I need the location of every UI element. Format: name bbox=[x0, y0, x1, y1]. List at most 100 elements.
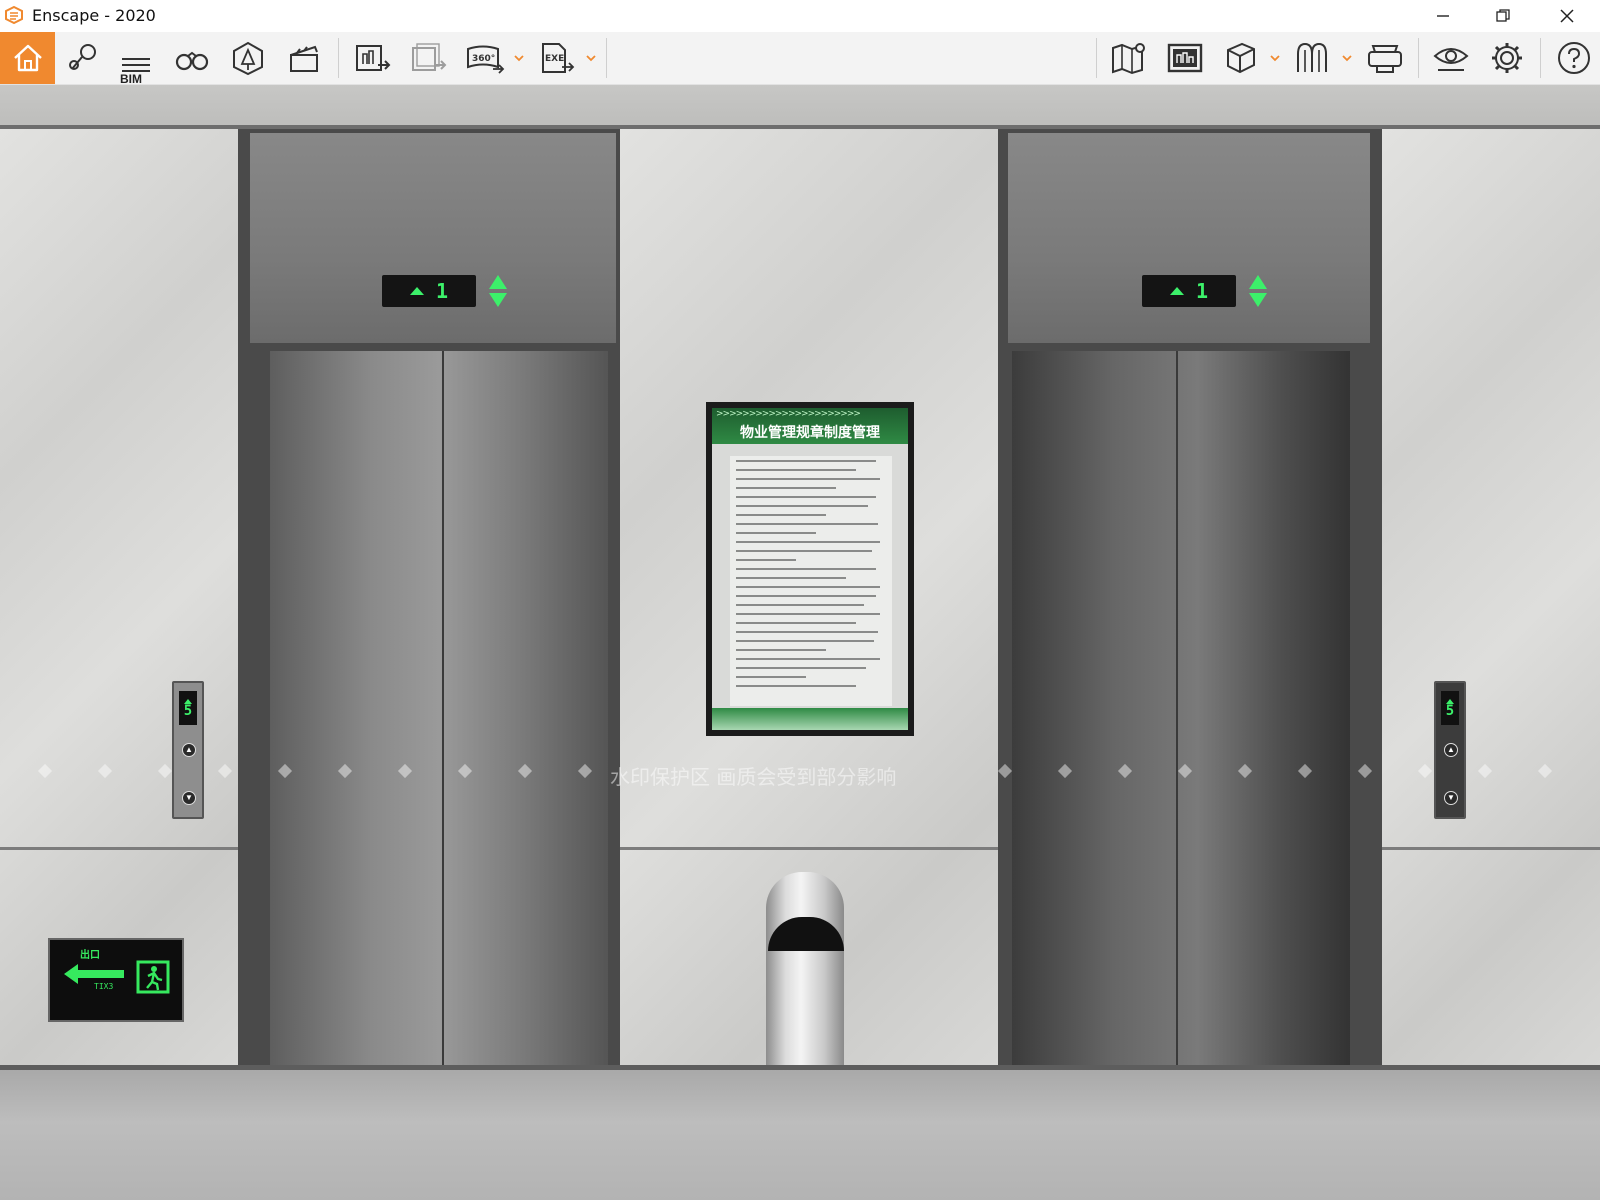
left-call-panel: 5 ▲ ▼ bbox=[172, 681, 204, 819]
right-floor-display: 1 bbox=[1142, 275, 1236, 307]
binoculars-icon bbox=[175, 51, 209, 71]
map-button[interactable] bbox=[1106, 32, 1152, 84]
exe-export-button[interactable]: EXE bbox=[534, 32, 580, 84]
video-editor-button[interactable] bbox=[282, 32, 326, 84]
svg-text:360°: 360° bbox=[472, 54, 495, 64]
close-button[interactable] bbox=[1538, 0, 1596, 32]
call-panel-floor: 5 bbox=[1445, 702, 1455, 719]
bim-list-icon bbox=[122, 58, 150, 72]
toolbar-separator bbox=[1540, 38, 1541, 78]
direction-arrows-icon bbox=[1249, 275, 1267, 307]
left-floor-display: 1 bbox=[382, 275, 476, 307]
visual-settings-button[interactable] bbox=[1428, 32, 1474, 84]
minimize-button[interactable] bbox=[1414, 0, 1472, 32]
chevron-down-icon bbox=[1342, 55, 1352, 62]
home-button[interactable] bbox=[0, 32, 55, 84]
exe-dropdown[interactable] bbox=[584, 32, 598, 84]
render-window-button[interactable] bbox=[1162, 32, 1208, 84]
close-icon bbox=[1560, 9, 1574, 23]
title-bar: Enscape - 2020 bbox=[0, 0, 1600, 32]
wall-panel-left bbox=[0, 129, 238, 1069]
clapperboard-icon bbox=[290, 45, 318, 72]
cube-dropdown[interactable] bbox=[1268, 32, 1282, 84]
vegetation-dropdown[interactable] bbox=[1340, 32, 1354, 84]
notice-body bbox=[730, 456, 892, 706]
panorama-button[interactable]: 360° bbox=[462, 32, 508, 84]
toolbar-separator bbox=[1418, 38, 1419, 78]
call-panel-floor: 5 bbox=[183, 702, 193, 719]
help-icon bbox=[1558, 42, 1590, 74]
render-viewport[interactable]: 1 1 5 ▲ ▼ 5 ▲ ▼ >>>>>>>>>>>>>>>>>>>>>> 物… bbox=[0, 85, 1600, 1200]
right-floor-number: 1 bbox=[1195, 279, 1209, 303]
wall-joint bbox=[620, 847, 998, 850]
restore-icon bbox=[1496, 9, 1510, 22]
batch-export-icon bbox=[412, 43, 447, 71]
left-floor-number: 1 bbox=[435, 279, 449, 303]
chevron-down-icon bbox=[586, 55, 596, 62]
screenshot-button[interactable] bbox=[350, 32, 396, 84]
terrazzo-floor bbox=[0, 1070, 1600, 1200]
door-seam bbox=[442, 351, 444, 1065]
left-elevator-header bbox=[250, 133, 616, 343]
exe-export-icon: EXE bbox=[542, 43, 575, 73]
right-elevator-header bbox=[1008, 133, 1370, 343]
binoculars-button[interactable] bbox=[170, 32, 214, 84]
panorama-dropdown[interactable] bbox=[512, 32, 526, 84]
up-arrow-icon bbox=[1169, 287, 1184, 295]
exit-sign-code: TIX3 bbox=[94, 982, 114, 991]
enscape-logo-icon bbox=[5, 5, 23, 25]
call-panel-display: 5 bbox=[1441, 691, 1459, 725]
screenshot-export-icon bbox=[356, 45, 391, 71]
chevron-down-icon bbox=[1270, 55, 1280, 62]
eye-settings-icon bbox=[1433, 48, 1469, 71]
toolbar: BIM 360° EXE bbox=[0, 32, 1600, 109]
batch-render-button[interactable] bbox=[406, 32, 452, 84]
gear-icon bbox=[1492, 43, 1522, 73]
wall-joint bbox=[0, 847, 238, 850]
settings-button[interactable] bbox=[1484, 32, 1530, 84]
views-button[interactable] bbox=[62, 32, 106, 84]
assets-button[interactable] bbox=[226, 32, 270, 84]
map-pin-icon bbox=[69, 44, 96, 70]
wall-panel-right bbox=[1382, 129, 1600, 1069]
vr-headset-icon bbox=[1368, 45, 1402, 73]
call-down-button: ▼ bbox=[1444, 791, 1458, 805]
chevron-down-icon bbox=[514, 55, 524, 62]
cube-icon bbox=[1227, 42, 1255, 74]
notice-footer bbox=[712, 708, 908, 730]
notice-board-inner: >>>>>>>>>>>>>>>>>>>>>> 物业管理规章制度管理 bbox=[712, 408, 908, 730]
vegetation-button[interactable] bbox=[1290, 32, 1334, 84]
direction-arrows-icon bbox=[489, 275, 507, 307]
render-window-icon bbox=[1167, 43, 1203, 73]
toolbar-separator bbox=[1096, 38, 1097, 78]
home-icon bbox=[13, 44, 42, 72]
notice-text-lines bbox=[736, 460, 886, 694]
door-seam bbox=[1176, 351, 1178, 1065]
notice-title: 物业管理规章制度管理 bbox=[740, 425, 880, 441]
restore-button[interactable] bbox=[1474, 0, 1532, 32]
left-elevator-doors bbox=[270, 351, 608, 1065]
notice-board: >>>>>>>>>>>>>>>>>>>>>> 物业管理规章制度管理 bbox=[706, 402, 914, 736]
map-icon bbox=[1112, 43, 1145, 75]
svg-text:EXE: EXE bbox=[545, 54, 564, 64]
toolbar-separator bbox=[606, 38, 607, 78]
wall-joint bbox=[1382, 847, 1600, 850]
cube-button[interactable] bbox=[1218, 32, 1262, 84]
vr-button[interactable] bbox=[1362, 32, 1408, 84]
notice-header: >>>>>>>>>>>>>>>>>>>>>> 物业管理规章制度管理 bbox=[712, 408, 908, 444]
ceiling bbox=[0, 85, 1600, 127]
watermark-text: 水印保护区 画质会受到部分影响 bbox=[610, 765, 897, 789]
panorama-icon: 360° bbox=[467, 45, 505, 74]
toolbar-separator bbox=[338, 38, 339, 78]
help-button[interactable] bbox=[1552, 32, 1596, 84]
minimize-icon bbox=[1437, 15, 1449, 17]
up-arrow-icon bbox=[409, 287, 424, 295]
call-up-button: ▲ bbox=[1444, 743, 1458, 757]
call-panel-display: 5 bbox=[179, 691, 197, 725]
call-up-button: ▲ bbox=[182, 743, 196, 757]
bim-label: BIM bbox=[120, 72, 142, 86]
asset-library-icon bbox=[233, 41, 263, 76]
notice-chevrons: >>>>>>>>>>>>>>>>>>>>>> bbox=[716, 409, 861, 419]
right-elevator-doors bbox=[1012, 351, 1350, 1065]
right-call-panel: 5 ▲ ▼ bbox=[1434, 681, 1466, 819]
